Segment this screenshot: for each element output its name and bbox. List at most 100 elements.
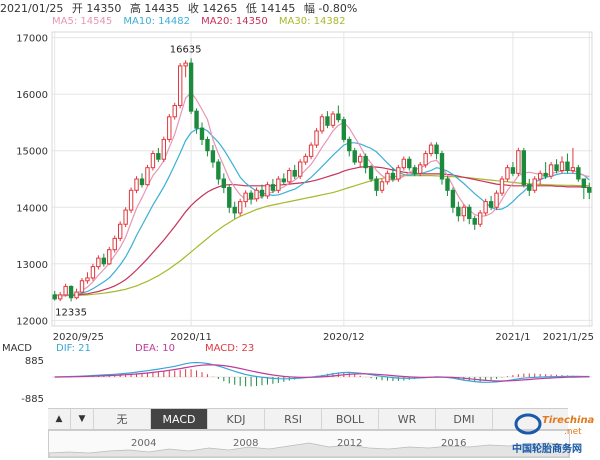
candle-body — [417, 164, 423, 174]
candle-body — [543, 172, 548, 177]
candle-body — [199, 127, 205, 140]
candle-body — [467, 206, 472, 220]
candle-body — [145, 167, 150, 186]
y-tick-label: 15000 — [16, 147, 48, 158]
tirechina-logo: Tirechina .net — [514, 413, 594, 437]
candle-body — [276, 178, 281, 191]
candle-body — [139, 178, 145, 186]
y-tick-label: 14000 — [16, 203, 48, 214]
scroll-down-button[interactable]: ▼ — [71, 409, 94, 429]
candle-body — [221, 178, 227, 188]
candle-body — [341, 119, 347, 140]
candle-body — [450, 189, 456, 208]
candle-body — [548, 164, 554, 177]
candle-body — [265, 184, 270, 197]
candle-body — [292, 170, 297, 177]
logo-domain: .net — [564, 427, 582, 437]
candle-body — [570, 167, 576, 172]
candle-body — [379, 181, 385, 191]
candle-body — [117, 223, 123, 239]
candle-body — [243, 192, 248, 203]
candle-body — [227, 186, 232, 208]
tirechina-watermark: Tirechina .net 中国轮胎商务网 — [508, 410, 598, 458]
candle-body — [297, 161, 303, 177]
price-annotation: 12335 — [55, 307, 87, 318]
macd-legend: MACD: 23 — [205, 343, 254, 354]
tab-rsi[interactable]: RSI — [265, 409, 322, 429]
candle-body — [270, 184, 276, 191]
candle-body — [488, 201, 494, 208]
candle-body — [357, 155, 363, 163]
tab-wr[interactable]: WR — [379, 409, 436, 429]
candle-body — [587, 186, 592, 193]
candle-body — [554, 164, 559, 172]
x-tick-label: 2021/1/25 — [543, 332, 594, 343]
candle-body — [183, 62, 188, 67]
candle-body — [254, 189, 259, 200]
candle-body — [396, 167, 401, 180]
candle-body — [161, 138, 167, 160]
candle-body — [205, 138, 210, 152]
navigator-sparkline — [49, 442, 569, 457]
range-navigator[interactable]: 2004 2008 2012 2016 — [48, 430, 570, 458]
x-tick-label: 2020/9/25 — [53, 332, 104, 343]
candle-body — [423, 153, 428, 166]
candle-body — [248, 192, 254, 200]
candle-body — [336, 113, 341, 121]
dea-legend: DEA: 10 — [135, 343, 175, 354]
candle-body — [79, 280, 85, 293]
candle-body — [576, 167, 581, 180]
candle-body — [537, 172, 543, 180]
macd-max-label: 885 — [25, 356, 44, 367]
nav-year-2008: 2008 — [233, 438, 259, 449]
tab-none[interactable]: 无 — [94, 409, 151, 429]
candle-body — [374, 178, 379, 191]
candle-body — [210, 150, 216, 163]
candle-body — [177, 65, 183, 107]
candle-body — [499, 178, 505, 194]
chart-canvas[interactable]: 12000 13000 14000 15000 16000 17000 2020/9/25… — [0, 0, 600, 408]
candle-body — [325, 116, 330, 126]
candle-body — [107, 249, 112, 265]
tab-kdj[interactable]: KDJ — [208, 409, 265, 429]
x-tick-label: 2020/11 — [170, 332, 212, 343]
candle-body — [352, 150, 357, 163]
scroll-up-button[interactable]: ▲ — [48, 409, 71, 429]
tab-macd[interactable]: MACD — [151, 409, 208, 429]
tab-dmi[interactable]: DMI — [436, 409, 493, 429]
nav-year-2016: 2016 — [441, 438, 467, 449]
candle-body — [472, 218, 477, 225]
candle-body — [232, 206, 237, 214]
candle-body — [194, 110, 199, 129]
candle-body — [63, 285, 68, 296]
candle-body — [428, 144, 434, 155]
candle-body — [505, 167, 510, 180]
candle-body — [101, 257, 107, 265]
candle-body — [434, 144, 439, 155]
candle-body — [477, 212, 483, 225]
logo-wordmark: Tirechina — [542, 415, 594, 426]
candle-body — [363, 155, 368, 169]
candle-body — [128, 189, 134, 211]
candle-body — [123, 209, 128, 225]
tab-boll[interactable]: BOLL — [322, 409, 379, 429]
candle-body — [150, 153, 156, 169]
candle-body — [237, 201, 243, 214]
candle-body — [74, 291, 79, 299]
x-tick-label: 2021/1 — [495, 332, 530, 343]
candle-body — [281, 178, 287, 183]
candle-body — [494, 192, 499, 208]
candle-body — [565, 161, 570, 172]
candle-body — [172, 105, 177, 118]
y-tick-label: 16000 — [16, 90, 48, 101]
candle-body — [57, 294, 63, 300]
candlestick-series — [52, 58, 592, 302]
nav-year-2012: 2012 — [337, 438, 363, 449]
candle-body — [401, 158, 407, 169]
ma30-line — [54, 175, 590, 297]
candle-body — [188, 62, 194, 112]
candle-body — [456, 206, 461, 217]
candle-body — [330, 113, 336, 126]
candle-body — [385, 172, 390, 183]
candle-body — [581, 178, 587, 188]
